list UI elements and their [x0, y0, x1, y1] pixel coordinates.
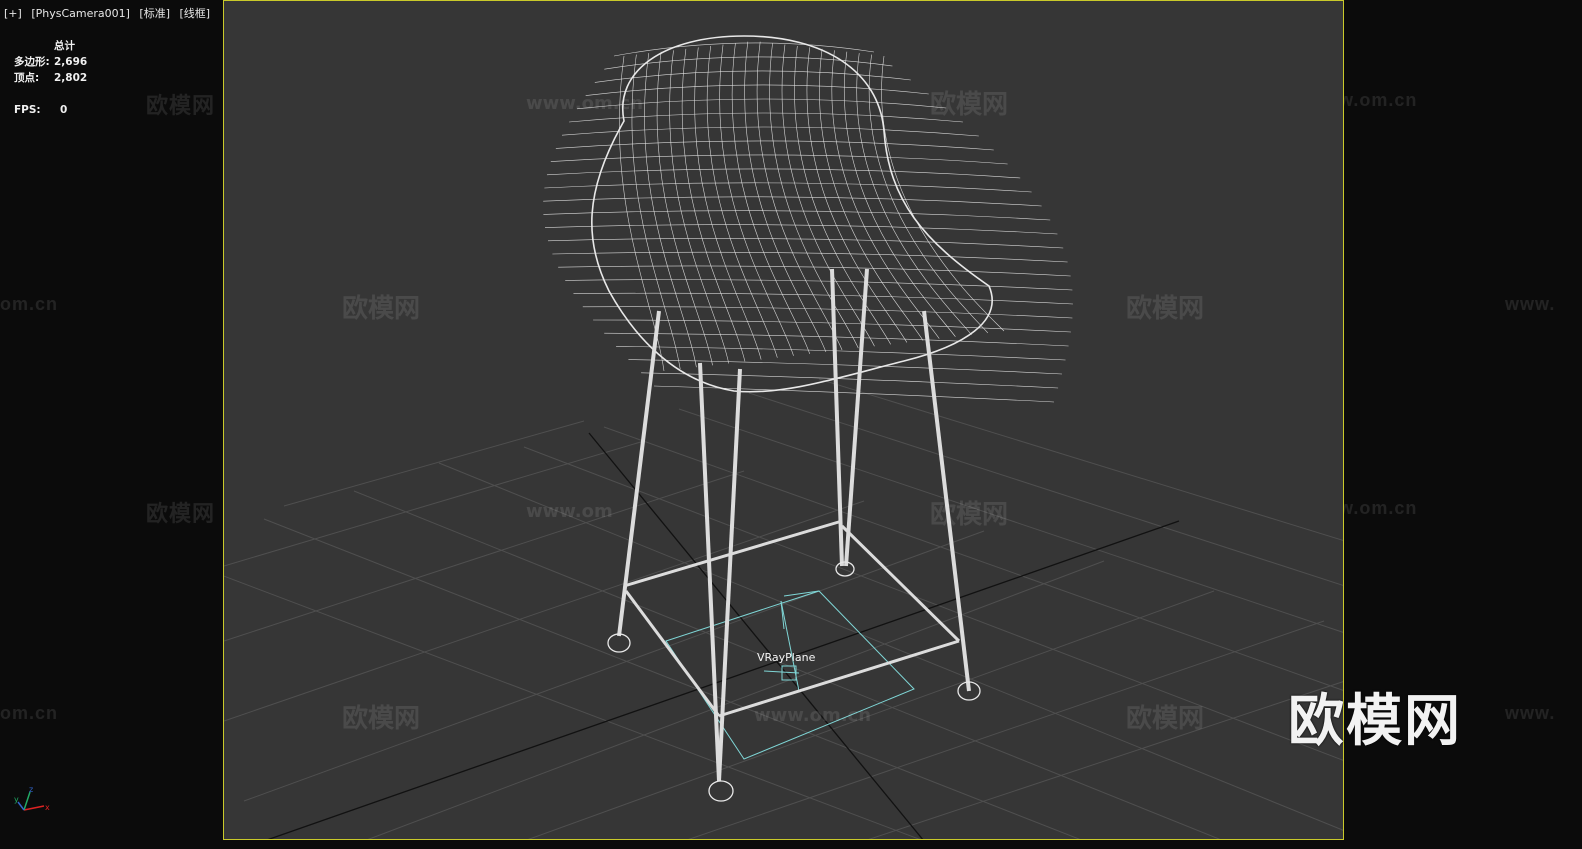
seat-mesh-edge — [547, 238, 1064, 249]
stats-polygons-label: 多边形: — [14, 56, 50, 68]
watermark-brand: 欧模网 — [1126, 703, 1204, 734]
stats-fps: FPS: 0 — [14, 102, 87, 118]
seat-mesh-edge — [794, 45, 891, 345]
seat-mesh-edge — [573, 292, 1073, 305]
viewport-camera-menu[interactable]: [PhysCamera001] — [31, 7, 130, 20]
watermark-brand: 欧模网 — [146, 502, 216, 527]
chair-wireframe[interactable] — [543, 35, 1073, 802]
axis-z-label: z — [29, 786, 33, 794]
seat-mesh-edge — [552, 251, 1068, 263]
seat-mesh-edge — [628, 359, 1062, 375]
watermark-url: www.om.cn — [526, 93, 643, 114]
seat-mesh-edge — [656, 51, 713, 366]
seat-mesh-edge — [694, 47, 762, 360]
seat-mesh-edge — [569, 112, 963, 123]
axis-y-label: y — [14, 795, 19, 804]
axis-x-label: x — [45, 803, 50, 812]
vray-plane-helper[interactable] — [665, 590, 915, 760]
seat-mesh-edge — [543, 196, 1042, 207]
watermark-brand: 欧模网 — [930, 499, 1008, 530]
seat-mesh-edge — [769, 43, 859, 349]
viewport-menu-plus[interactable]: [+] — [4, 7, 22, 20]
world-axes — [267, 432, 1180, 839]
seat-mesh-edge — [546, 168, 1021, 179]
viewport-display-mode-menu[interactable]: [线框] — [180, 7, 211, 20]
stats-title: 总计 — [54, 40, 75, 52]
vray-plane-label: VRayPlane — [757, 651, 816, 664]
watermark-url: www. — [1505, 294, 1556, 314]
seat-mesh-edge — [653, 385, 1055, 403]
perspective-viewport[interactable]: 欧模网 欧模网 欧模网 欧模网 欧模网 欧模网 www.om.cn www.om… — [223, 0, 1344, 840]
seat-mesh-edge — [543, 210, 1051, 221]
watermark-brand: 欧模网 — [930, 89, 1008, 120]
seat-mesh-edge — [719, 44, 794, 356]
stats-vertices-value: 2,802 — [54, 72, 88, 84]
stats-fps-value: 0 — [60, 104, 68, 116]
seat-mesh-edge — [550, 154, 1008, 165]
watermark-url: www. — [1505, 703, 1556, 723]
watermark-brand: 欧模网 — [146, 94, 216, 119]
stats-fps-label: FPS: — [14, 104, 41, 116]
statistics-overlay: 总计 多边形: 2,696 顶点: 2,802 FPS: 0 — [14, 38, 87, 118]
watermark-brand: 欧模网 — [342, 703, 420, 734]
seat-mesh-edge — [582, 306, 1073, 319]
watermark-url: om.cn — [0, 703, 59, 723]
axis-tripod-icon: x y z — [14, 786, 50, 812]
seat-mesh-edge — [706, 45, 778, 358]
stats-vertices-label: 顶点: — [14, 72, 40, 84]
seat-mesh-edge — [555, 140, 994, 151]
brand-logo-watermark: 欧模网 — [1288, 689, 1462, 754]
watermark-url: www.om — [526, 501, 613, 522]
seat-mesh-edge — [544, 182, 1032, 193]
seat-mesh-edge — [781, 44, 875, 347]
seat-mesh-edge — [613, 42, 875, 57]
seat-mesh-edge — [561, 126, 979, 137]
viewport-shading-menu[interactable]: [标准] — [139, 7, 170, 20]
stats-polygons-value: 2,696 — [54, 56, 88, 68]
seat-mesh-edge — [544, 224, 1058, 235]
seat-mesh-edge — [616, 346, 1066, 361]
stats-vertices: 顶点: 2,802 — [14, 70, 87, 86]
viewport-label: [+] [PhysCamera001] [标准] [线框] — [4, 5, 216, 21]
watermark-url: om.cn — [0, 294, 59, 314]
viewport-canvas[interactable]: 欧模网 欧模网 欧模网 欧模网 欧模网 欧模网 www.om.cn www.om… — [224, 1, 1344, 840]
watermark-url: www.om.cn — [754, 705, 871, 726]
seat-mesh-edge — [565, 279, 1073, 291]
seat-mesh-edge — [558, 265, 1071, 277]
watermark-brand: 欧模网 — [1126, 293, 1204, 324]
ground-grid — [224, 378, 1343, 839]
viewport-watermarks: 欧模网 欧模网 欧模网 欧模网 欧模网 欧模网 www.om.cn www.om… — [342, 89, 1204, 734]
watermark-brand: 欧模网 — [342, 293, 420, 324]
stats-polygons: 多边形: 2,696 — [14, 54, 87, 70]
